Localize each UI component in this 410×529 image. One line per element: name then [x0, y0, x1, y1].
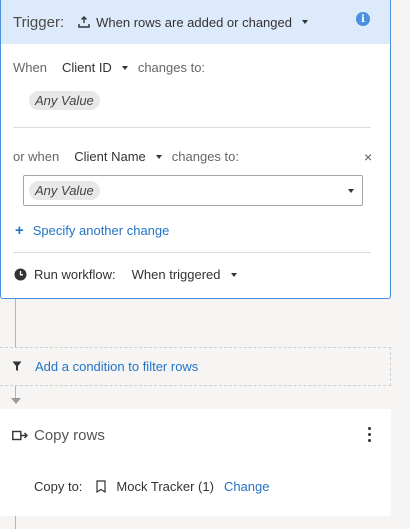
change-link[interactable]: Change — [224, 479, 270, 494]
chevron-down-icon — [348, 189, 354, 193]
condition-suffix: changes to: — [171, 149, 239, 164]
condition-value-1[interactable]: Any Value — [29, 91, 100, 110]
copy-rows-card: Copy rows Copy to: Mock Tracker (1) Chan… — [0, 409, 391, 516]
trigger-card: Trigger: When rows are added or changed … — [0, 0, 391, 299]
run-workflow-row: Run workflow: When triggered — [14, 267, 237, 282]
copy-to-row: Copy to: Mock Tracker (1) Change — [34, 479, 269, 494]
copy-rows-icon — [12, 430, 28, 440]
more-options-icon[interactable] — [368, 427, 371, 442]
copy-to-label: Copy to: — [34, 479, 83, 494]
any-value-pill: Any Value — [29, 91, 100, 110]
trigger-header: Trigger: When rows are added or changed … — [1, 0, 390, 44]
column-dropdown-client-id[interactable]: Client ID — [62, 60, 128, 75]
trigger-event-dropdown[interactable]: When rows are added or changed — [78, 15, 308, 30]
column-label: Client ID — [61, 60, 112, 75]
chevron-down-icon — [230, 272, 237, 277]
condition-prefix: or when — [13, 149, 60, 164]
chevron-down-icon — [301, 20, 308, 24]
specify-another-change-link[interactable]: + Specify another change — [15, 222, 169, 239]
run-workflow-label: Run workflow: — [34, 267, 116, 282]
condition-row-2: or when Client Name changes to: — [13, 149, 239, 164]
add-filter-label: Add a condition to filter rows — [35, 359, 199, 374]
arrow-down-icon — [11, 398, 21, 404]
condition-row-1: When Client ID changes to: — [13, 60, 205, 75]
trigger-title: Trigger: — [13, 13, 65, 31]
sheet-icon — [96, 480, 107, 493]
connector-line — [15, 299, 16, 347]
condition-suffix: changes to: — [137, 60, 206, 75]
filter-icon — [12, 361, 22, 371]
specify-another-change-label: Specify another change — [32, 223, 170, 238]
sheet-upload-icon — [78, 16, 90, 28]
plus-icon: + — [15, 222, 24, 239]
any-value-pill: Any Value — [29, 181, 100, 200]
info-icon[interactable]: i — [356, 12, 370, 26]
copy-rows-header: Copy rows — [12, 427, 105, 444]
column-dropdown-client-name[interactable]: Client Name — [74, 149, 162, 164]
column-label: Client Name — [74, 149, 146, 164]
divider — [13, 252, 371, 253]
trigger-event-label: When rows are added or changed — [96, 14, 292, 30]
value-select[interactable]: Any Value — [23, 175, 363, 206]
clock-icon — [14, 268, 27, 281]
connector-line — [15, 516, 16, 529]
chevron-down-icon — [121, 65, 128, 70]
add-filter-condition[interactable]: Add a condition to filter rows — [0, 347, 391, 386]
copy-rows-title: Copy rows — [34, 427, 105, 444]
copy-target: Mock Tracker (1) — [116, 479, 214, 494]
condition-prefix: When — [13, 60, 47, 75]
divider — [13, 127, 371, 128]
run-workflow-dropdown[interactable]: When triggered — [132, 267, 237, 282]
chevron-down-icon — [155, 154, 162, 159]
close-icon[interactable]: × — [364, 149, 372, 165]
run-workflow-value: When triggered — [131, 267, 221, 282]
